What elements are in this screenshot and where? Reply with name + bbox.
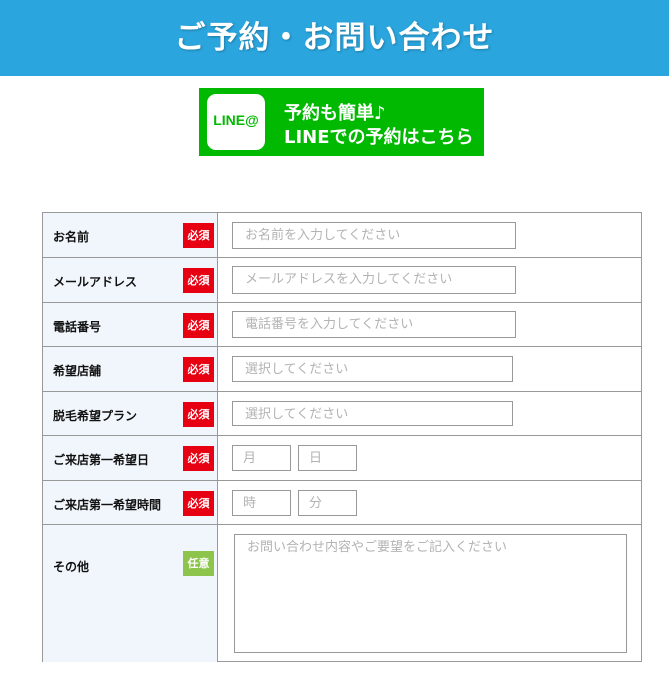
form-row-name: お名前 必須 お名前を入力してください	[43, 213, 641, 257]
label-cell: 脱毛希望プラン 必須	[43, 392, 218, 436]
required-badge: 必須	[183, 491, 214, 516]
visit-date-label: ご来店第一希望日	[53, 453, 150, 467]
optional-badge: 任意	[183, 551, 214, 576]
minute-select[interactable]: 分	[298, 490, 357, 516]
day-select[interactable]: 日	[298, 445, 357, 471]
form-row-visit-time: ご来店第一希望時間 必須 時 分	[43, 480, 641, 525]
line-banner-text-2: LINEでの予約はこちら	[284, 127, 474, 148]
page-title: ご予約・お問い合わせ	[174, 20, 495, 56]
label-cell: ご来店第一希望時間 必須	[43, 481, 218, 525]
label-cell: その他 任意	[43, 525, 218, 662]
reservation-form: お名前 必須 お名前を入力してください メールアドレス 必須 メールアドレスを入…	[42, 212, 642, 662]
required-badge: 必須	[183, 268, 214, 293]
line-reservation-banner[interactable]: LINE@ 予約も簡単♪ LINEでの予約はこちら	[199, 88, 484, 156]
plan-label: 脱毛希望プラン	[53, 409, 138, 423]
email-input[interactable]: メールアドレスを入力してください	[232, 266, 516, 294]
label-cell: 電話番号 必須	[43, 303, 218, 347]
store-label: 希望店舗	[53, 364, 102, 378]
form-row-visit-date: ご来店第一希望日 必須 月 日	[43, 435, 641, 480]
form-row-other: その他 任意 お問い合わせ内容やご要望をご記入ください	[43, 524, 641, 662]
line-banner-text-1: 予約も簡単♪	[284, 103, 386, 124]
hour-select[interactable]: 時	[232, 490, 291, 516]
phone-input[interactable]: 電話番号を入力してください	[232, 311, 516, 338]
required-badge: 必須	[183, 446, 214, 471]
phone-label: 電話番号	[53, 320, 102, 334]
line-at-icon: LINE@	[207, 94, 265, 150]
month-select[interactable]: 月	[232, 445, 291, 471]
label-cell: お名前 必須	[43, 213, 218, 257]
label-cell: 希望店舗 必須	[43, 347, 218, 391]
name-input[interactable]: お名前を入力してください	[232, 222, 516, 249]
other-label: その他	[53, 560, 90, 574]
plan-select[interactable]: 選択してください	[232, 401, 513, 426]
inquiry-textarea[interactable]: お問い合わせ内容やご要望をご記入ください	[234, 534, 627, 653]
form-row-phone: 電話番号 必須 電話番号を入力してください	[43, 302, 641, 347]
name-label: お名前	[53, 230, 90, 244]
required-badge: 必須	[183, 313, 214, 338]
form-row-email: メールアドレス 必須 メールアドレスを入力してください	[43, 257, 641, 302]
form-row-store: 希望店舗 必須 選択してください	[43, 346, 641, 391]
required-badge: 必須	[183, 223, 214, 248]
store-select[interactable]: 選択してください	[232, 356, 513, 382]
line-logo-text: LINE@	[213, 112, 259, 128]
required-badge: 必須	[183, 402, 214, 427]
email-label: メールアドレス	[53, 275, 138, 289]
label-cell: ご来店第一希望日 必須	[43, 436, 218, 480]
visit-time-label: ご来店第一希望時間	[53, 498, 162, 512]
label-cell: メールアドレス 必須	[43, 258, 218, 302]
form-row-plan: 脱毛希望プラン 必須 選択してください	[43, 391, 641, 436]
required-badge: 必須	[183, 357, 214, 382]
page-header: ご予約・お問い合わせ	[0, 0, 669, 76]
